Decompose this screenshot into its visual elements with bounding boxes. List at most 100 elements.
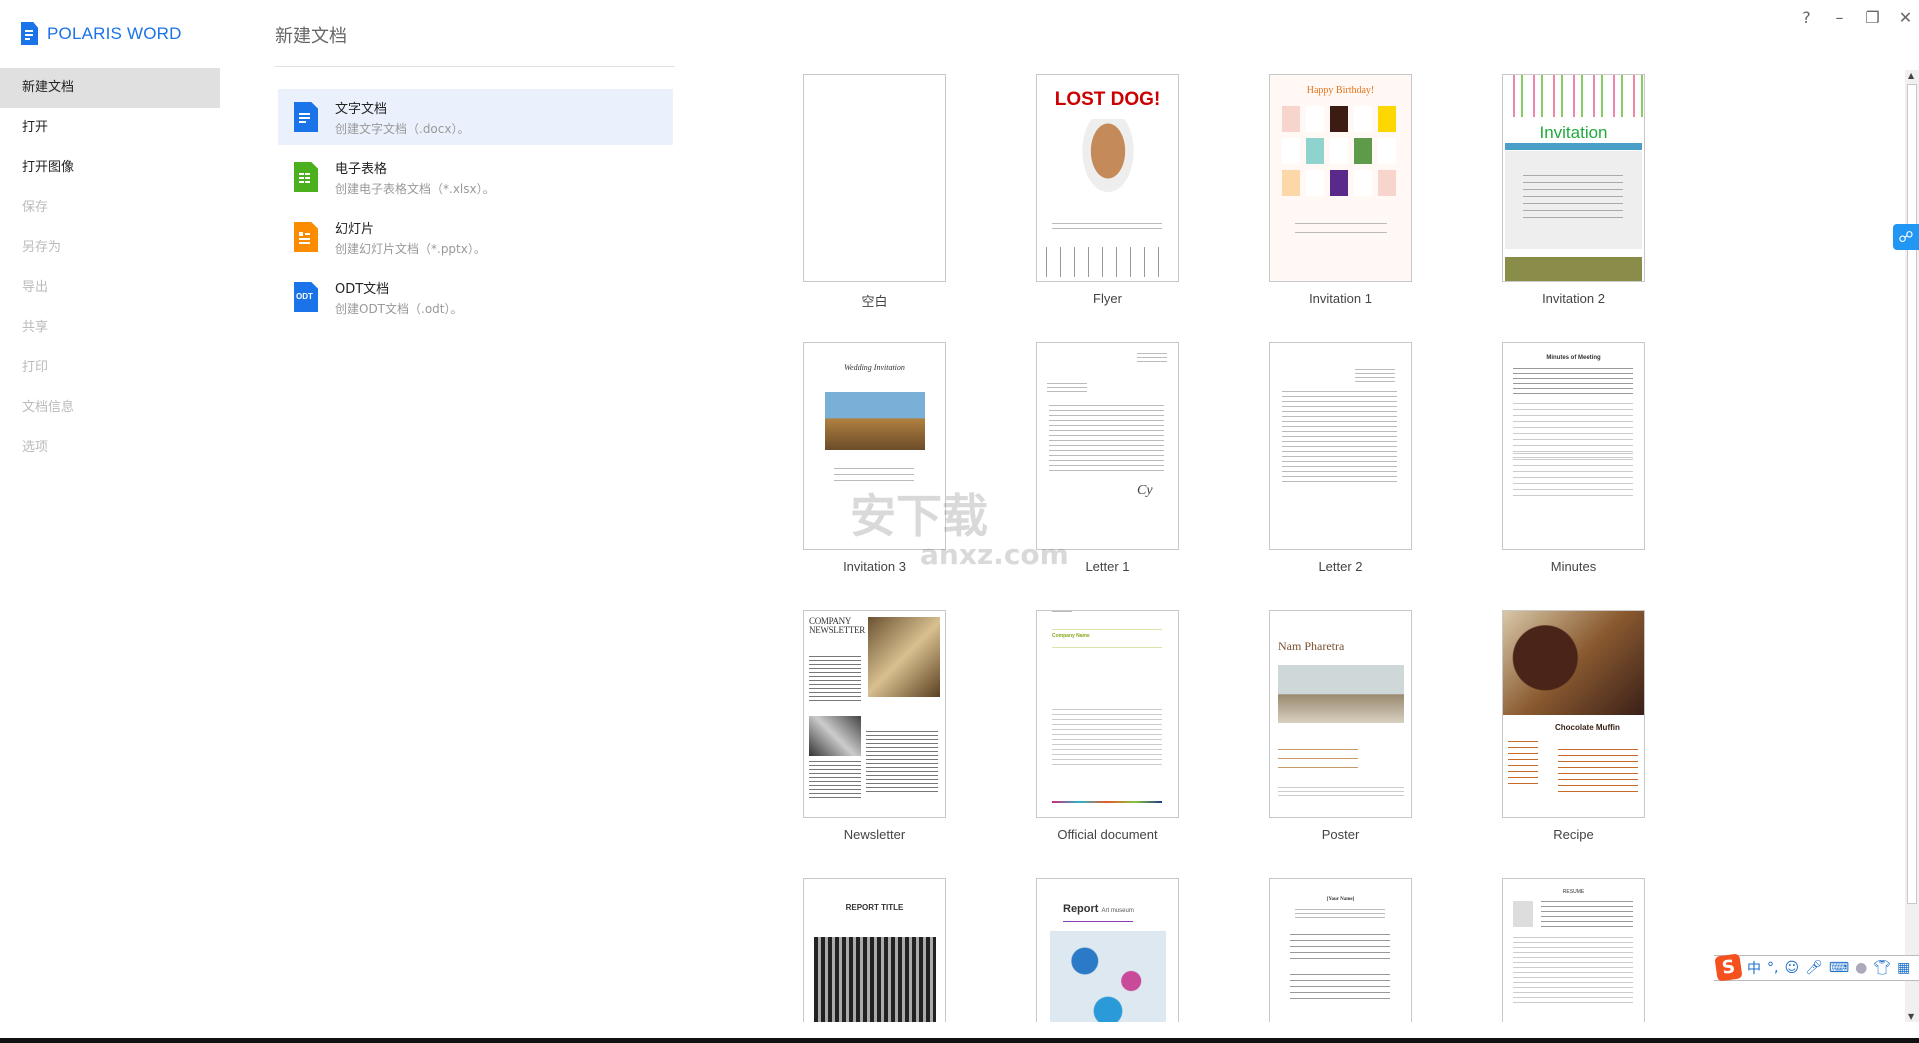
template-card[interactable]: RESUME bbox=[1502, 878, 1645, 1022]
template-card[interactable]: REPORT TITLE bbox=[803, 878, 946, 1022]
template-card[interactable]: Happy Birthday! Invitation 1 bbox=[1269, 74, 1412, 306]
template-preview-title: REPORT TITLE bbox=[845, 903, 904, 912]
template-thumbnail[interactable]: LOST DOG! bbox=[1036, 74, 1179, 282]
template-label: Newsletter bbox=[843, 827, 906, 842]
word-logo-icon bbox=[21, 22, 38, 45]
template-thumbnail[interactable]: Chocolate Muffin bbox=[1502, 610, 1645, 818]
template-card[interactable]: 空白 bbox=[803, 74, 946, 310]
sidebar-item-save-as: 另存为 bbox=[22, 240, 62, 255]
template-preview-title: COMPANY NEWSLETTER bbox=[809, 616, 865, 635]
template-preview-title: LOST DOG! bbox=[1054, 89, 1161, 110]
template-label: Invitation 3 bbox=[843, 559, 906, 574]
keyboard-icon[interactable]: ⌨ bbox=[1829, 960, 1849, 976]
template-label: Minutes bbox=[1550, 559, 1597, 574]
doc-type-list: 文字文档 创建文字文档（.docx）。 电子表格 创建电子表格文档（*.xlsx）。… bbox=[278, 89, 673, 329]
template-card[interactable]: Chocolate Muffin Recipe bbox=[1502, 610, 1645, 842]
new-word-doc[interactable]: 文字文档 创建文字文档（.docx）。 bbox=[278, 89, 673, 145]
doc-type-desc: 创建幻灯片文档（*.pptx）。 bbox=[335, 241, 486, 256]
divider bbox=[275, 66, 675, 67]
template-thumbnail[interactable]: [Your Name] bbox=[1269, 878, 1412, 1022]
sidebar-item-share: 共享 bbox=[22, 320, 49, 335]
template-card[interactable]: Letter 2 bbox=[1269, 342, 1412, 574]
template-card[interactable]: Cy Letter 1 bbox=[1036, 342, 1179, 574]
scroll-down-icon[interactable]: ▼ bbox=[1908, 1012, 1914, 1021]
cloud-float-button[interactable]: ☍ bbox=[1893, 224, 1919, 250]
skin-icon[interactable]: 👕︎ bbox=[1873, 960, 1891, 976]
template-preview-title: Minutes of Meeting bbox=[1546, 355, 1601, 361]
template-preview-title: Wedding Invitation bbox=[844, 363, 905, 372]
sidebar-item-save: 保存 bbox=[22, 200, 49, 215]
template-card[interactable]: Wedding Invitation Invitation 3 bbox=[803, 342, 946, 574]
template-thumbnail[interactable]: Invitation bbox=[1502, 74, 1645, 282]
odt-doc-icon: ODT bbox=[294, 282, 318, 312]
template-preview-title: Nam Pharetra bbox=[1278, 639, 1345, 653]
app-logo: POLARIS WORD bbox=[21, 22, 182, 45]
sidebar-item-doc-info: 文档信息 bbox=[22, 400, 75, 415]
user-icon[interactable]: ● bbox=[1855, 960, 1867, 976]
template-card[interactable]: Minutes of Meeting Minutes bbox=[1502, 342, 1645, 574]
grid-icon[interactable]: ▦ bbox=[1897, 960, 1910, 976]
template-thumbnail[interactable]: Happy Birthday! bbox=[1269, 74, 1412, 282]
template-thumbnail[interactable]: RESUME bbox=[1502, 878, 1645, 1022]
template-label: 空白 bbox=[861, 294, 888, 309]
template-thumbnail[interactable]: REPORT TITLE bbox=[803, 878, 946, 1022]
doc-type-name: ODT文档 bbox=[335, 281, 390, 297]
template-card[interactable]: COMPANY NEWSLETTER Newsletter bbox=[803, 610, 946, 842]
template-label: Recipe bbox=[1553, 827, 1594, 842]
template-thumbnail[interactable]: Wedding Invitation bbox=[803, 342, 946, 550]
scrollbar-thumb[interactable] bbox=[1907, 84, 1917, 904]
sidebar-item-open-image[interactable]: 打开图像 bbox=[0, 148, 220, 188]
sheet-doc-icon bbox=[294, 162, 318, 192]
template-thumbnail[interactable] bbox=[1269, 342, 1412, 550]
close-button[interactable]: ✕ bbox=[1889, 6, 1919, 28]
scroll-up-icon[interactable]: ▲ bbox=[1908, 71, 1914, 80]
scrollbar[interactable]: ▲ ▼ bbox=[1905, 70, 1919, 1022]
doc-type-name: 文字文档 bbox=[335, 101, 388, 117]
restore-button[interactable]: ❐ bbox=[1856, 6, 1889, 28]
template-card[interactable]: Nam Pharetra Poster bbox=[1269, 610, 1412, 842]
sidebar-item-open[interactable]: 打开 bbox=[0, 108, 220, 148]
template-thumbnail[interactable]: Nam Pharetra bbox=[1269, 610, 1412, 818]
template-label: Invitation 2 bbox=[1542, 291, 1605, 306]
template-card[interactable]: [Your Name] bbox=[1269, 878, 1412, 1022]
template-preview-title: Report bbox=[1063, 903, 1099, 915]
sidebar-item-new[interactable]: 新建文档 bbox=[0, 68, 220, 108]
taskbar-edge bbox=[0, 1038, 1919, 1043]
template-thumbnail[interactable]: COMPANY NEWSLETTER bbox=[803, 610, 946, 818]
template-card[interactable]: Invitation Invitation 2 bbox=[1502, 74, 1645, 306]
template-thumbnail[interactable] bbox=[803, 74, 946, 282]
ime-toolbar: S 中 °, ☺ 🎤︎ ⌨ ● 👕︎ ▦ bbox=[1714, 952, 1919, 982]
template-thumbnail[interactable]: Report Art museum bbox=[1036, 878, 1179, 1022]
minimize-button[interactable]: – bbox=[1823, 6, 1856, 28]
microphone-icon[interactable]: 🎤︎ bbox=[1805, 960, 1823, 976]
template-label: Flyer bbox=[1093, 291, 1122, 306]
ime-mode[interactable]: 中 bbox=[1747, 958, 1761, 978]
slide-doc-icon bbox=[294, 222, 318, 252]
template-label: Invitation 1 bbox=[1309, 291, 1372, 306]
new-presentation[interactable]: 幻灯片 创建幻灯片文档（*.pptx）。 bbox=[278, 209, 673, 265]
sidebar: 新建文档 打开 打开图像 保存 另存为 导出 共享 打印 文档信息 选项 bbox=[0, 68, 220, 468]
template-preview-title: RESUME bbox=[1562, 889, 1585, 895]
new-odt-doc[interactable]: ODT ODT文档创建ODT文档（.odt）。 bbox=[278, 269, 673, 325]
odt-badge: ODT bbox=[296, 292, 313, 301]
sidebar-item-options: 选项 bbox=[22, 440, 49, 455]
emoji-icon[interactable]: ☺ bbox=[1784, 960, 1799, 976]
doc-type-name: 电子表格 bbox=[335, 161, 388, 177]
help-button[interactable]: ? bbox=[1790, 6, 1823, 28]
template-preview-title: Company Name bbox=[1052, 633, 1090, 639]
new-spreadsheet[interactable]: 电子表格 创建电子表格文档（*.xlsx）。 bbox=[278, 149, 673, 205]
template-card[interactable]: Company Name Official document bbox=[1036, 610, 1179, 842]
word-doc-icon bbox=[294, 102, 318, 132]
template-thumbnail[interactable]: Cy bbox=[1036, 342, 1179, 550]
template-label: Poster bbox=[1321, 827, 1360, 842]
template-thumbnail[interactable]: Minutes of Meeting bbox=[1502, 342, 1645, 550]
template-label: Official document bbox=[1057, 827, 1158, 842]
doc-type-desc: 创建ODT文档（.odt）。 bbox=[335, 301, 463, 316]
template-card[interactable]: Report Art museum bbox=[1036, 878, 1179, 1022]
template-thumbnail[interactable]: Company Name bbox=[1036, 610, 1179, 818]
template-gallery: 空白 LOST DOG! Flyer Happy Birthday! Invitatio… bbox=[790, 60, 1902, 1022]
sidebar-item-print: 打印 bbox=[22, 360, 49, 375]
template-card[interactable]: LOST DOG! Flyer bbox=[1036, 74, 1179, 306]
ime-punct[interactable]: °, bbox=[1767, 960, 1778, 976]
sogou-logo-icon[interactable]: S bbox=[1714, 952, 1743, 982]
